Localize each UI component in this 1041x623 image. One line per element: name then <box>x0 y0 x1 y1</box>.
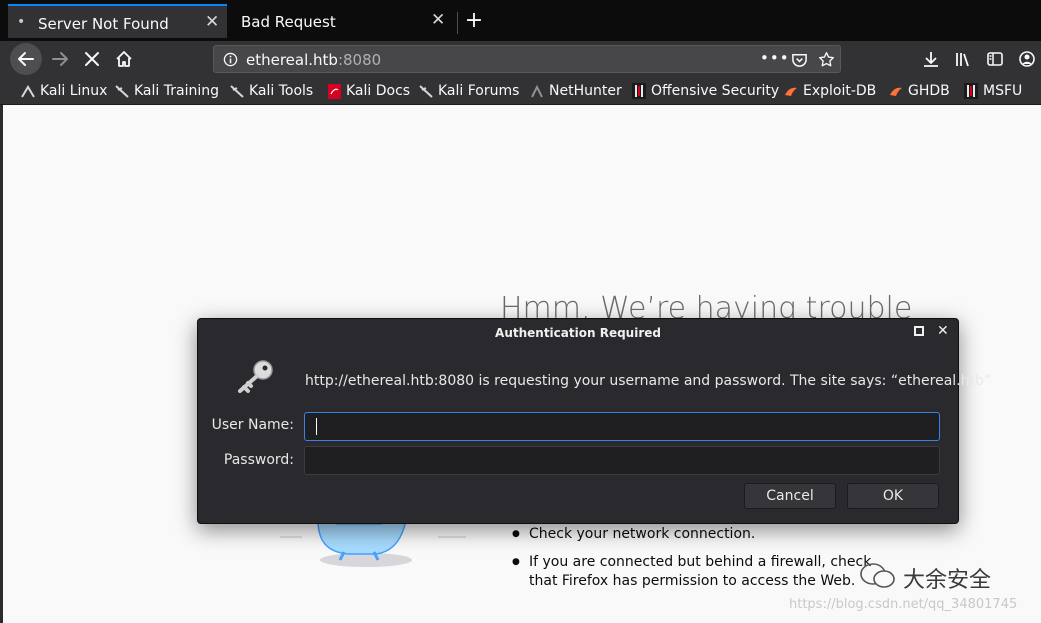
maximize-icon[interactable] <box>914 326 924 336</box>
loading-indicator-icon: • <box>17 14 26 30</box>
tab-close-icon[interactable]: ✕ <box>431 10 445 30</box>
bookmark-kali-tools[interactable]: Kali Tools <box>229 81 313 101</box>
password-label: Password: <box>223 452 294 468</box>
stop-icon <box>85 52 99 66</box>
ok-button[interactable]: OK <box>847 483 939 509</box>
bookmark-label: NetHunter <box>549 83 622 99</box>
pocket-icon[interactable] <box>791 51 808 68</box>
bookmark-exploit-db[interactable]: Exploit-DB <box>783 81 876 101</box>
bookmark-label: Exploit-DB <box>803 83 877 99</box>
key-icon <box>238 360 273 393</box>
username-field[interactable] <box>304 412 940 441</box>
watermark-name: 大余安全 <box>903 568 992 593</box>
offsec-icon <box>963 83 979 99</box>
forward-arrow-icon <box>52 52 68 66</box>
bookmark-kali-linux[interactable]: Kali Linux <box>20 81 107 101</box>
username-label: User Name: <box>211 417 294 433</box>
kali-dragon-icon <box>114 83 130 99</box>
watermark-url: https://blog.csdn.net/qq_34801745 <box>789 597 1018 612</box>
bookmarks-toolbar: Kali Linux Kali Training Kali Tools Kali… <box>0 77 1041 105</box>
bookmark-ghdb[interactable]: GHDB <box>888 81 950 101</box>
account-button[interactable] <box>1011 43 1041 75</box>
bookmark-label: Kali Training <box>134 83 219 99</box>
bookmark-offensive-security[interactable]: Offensive Security <box>631 81 779 101</box>
wechat-logo-icon <box>860 563 895 588</box>
library-button[interactable] <box>947 43 979 75</box>
bookmark-label: Offensive Security <box>651 83 780 99</box>
url-host: ethereal.htb <box>246 51 338 69</box>
nethunter-icon <box>529 83 545 99</box>
downloads-button[interactable] <box>915 43 947 75</box>
back-arrow-icon <box>18 52 34 66</box>
offsec-icon <box>631 83 647 99</box>
tab-label: Server Not Found <box>38 15 169 33</box>
bookmark-kali-training[interactable]: Kali Training <box>114 81 219 101</box>
bookmark-label: Kali Tools <box>249 83 314 99</box>
url-port: :8080 <box>337 51 382 69</box>
window-edge <box>0 105 3 623</box>
kali-dragon-icon <box>229 83 245 99</box>
bookmark-msfu[interactable]: MSFU <box>963 81 1022 101</box>
bookmark-nethunter[interactable]: NetHunter <box>529 81 622 101</box>
bookmark-kali-docs[interactable]: Kali Docs <box>326 81 410 101</box>
url-bar[interactable]: ethereal.htb:8080 ••• <box>213 45 841 73</box>
bookmark-label: Kali Linux <box>40 83 108 99</box>
error-suggestion-list: Check your network connection. If you ar… <box>512 525 892 600</box>
account-icon <box>1019 51 1035 67</box>
tab-bad-request[interactable]: Bad Request ✕ <box>228 4 456 38</box>
sidebar-button[interactable] <box>979 43 1011 75</box>
info-icon[interactable] <box>223 52 238 67</box>
home-icon <box>116 51 132 67</box>
suggestion-item: Check your network connection. <box>512 525 892 544</box>
bookmark-label: Kali Forums <box>438 83 520 99</box>
url-text[interactable]: ethereal.htb:8080 <box>246 51 381 69</box>
bookmark-star-icon[interactable] <box>818 51 835 68</box>
bookmark-label: MSFU <box>983 83 1023 99</box>
back-button[interactable] <box>10 43 42 75</box>
download-icon <box>924 52 938 67</box>
sidebar-icon <box>987 52 1003 66</box>
forward-button[interactable] <box>44 43 76 75</box>
text-caret <box>316 418 317 435</box>
new-tab-icon[interactable]: + <box>463 8 485 34</box>
tab-server-not-found[interactable]: • Server Not Found ✕ <box>8 4 227 38</box>
bookmark-kali-forums[interactable]: Kali Forums <box>418 81 519 101</box>
exploit-db-icon <box>783 83 799 99</box>
pdf-docs-icon <box>326 83 342 99</box>
ghdb-icon <box>888 83 904 99</box>
authentication-dialog: Authentication Required ✕ http://etherea… <box>197 318 991 524</box>
kali-dragon-icon <box>20 83 36 99</box>
bookmark-label: Kali Docs <box>346 83 411 99</box>
tab-label: Bad Request <box>241 13 336 31</box>
password-field[interactable] <box>304 446 940 475</box>
library-icon <box>956 53 969 67</box>
suggestion-item: If you are connected but behind a firewa… <box>512 553 892 591</box>
page-actions-icon[interactable]: ••• <box>760 49 790 67</box>
kali-dragon-icon <box>418 83 434 99</box>
dialog-message: http://ethereal.htb:8080 is requesting y… <box>305 373 992 389</box>
tab-divider <box>457 12 458 34</box>
tab-close-icon[interactable]: ✕ <box>205 12 219 32</box>
tab-strip: • Server Not Found ✕ Bad Request ✕ + <box>0 0 1041 41</box>
bookmark-label: GHDB <box>908 83 950 99</box>
stop-button[interactable] <box>76 43 108 75</box>
cancel-button[interactable]: Cancel <box>744 483 836 509</box>
dialog-title: Authentication Required <box>495 326 661 340</box>
home-button[interactable] <box>108 43 140 75</box>
close-icon[interactable]: ✕ <box>937 323 949 339</box>
